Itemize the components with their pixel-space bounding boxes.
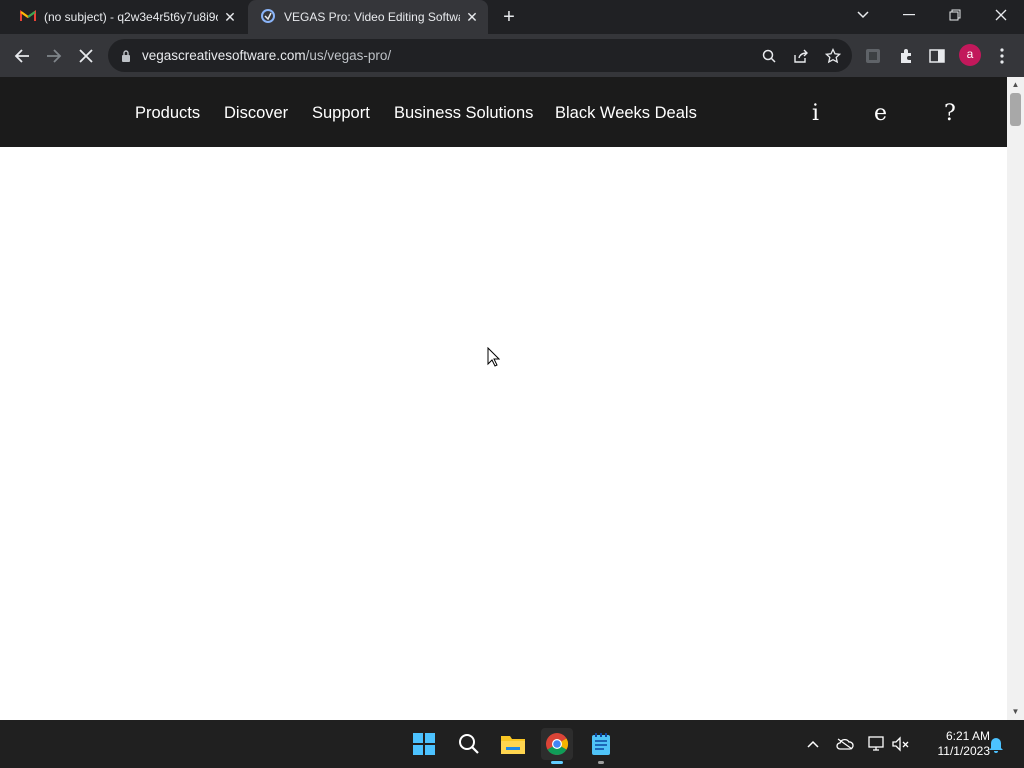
bookmark-star-icon[interactable] bbox=[823, 46, 843, 66]
close-tab-icon[interactable]: ✕ bbox=[218, 9, 242, 26]
taskbar: 6:21 AM 11/1/2023 bbox=[0, 720, 1024, 768]
site-navigation: Products Discover Support Business Solut… bbox=[0, 77, 1007, 147]
url-path: /us/vegas-pro/ bbox=[305, 48, 392, 63]
nav-support[interactable]: Support bbox=[312, 104, 370, 123]
info-glyph-icon[interactable]: i bbox=[812, 101, 819, 126]
show-hidden-icons-icon[interactable] bbox=[804, 735, 822, 753]
start-button-icon[interactable] bbox=[408, 728, 440, 760]
mouse-cursor-icon bbox=[487, 346, 501, 372]
new-tab-button[interactable]: + bbox=[498, 6, 520, 28]
chrome-taskbar-icon[interactable] bbox=[541, 728, 573, 764]
tab-search-icon[interactable] bbox=[840, 0, 886, 30]
file-explorer-icon[interactable] bbox=[497, 728, 529, 760]
notifications-bell-icon[interactable] bbox=[987, 735, 1005, 753]
back-icon[interactable] bbox=[8, 42, 36, 70]
clock-time: 6:21 AM bbox=[945, 729, 990, 743]
forward-icon[interactable] bbox=[40, 42, 68, 70]
page-scrollbar[interactable]: ▲ ▼ bbox=[1007, 77, 1024, 720]
browser-chrome: (no subject) - q2w3e4r5t6y7u8i9o ✕ VEGAS… bbox=[0, 0, 1024, 77]
url-host: vegascreativesoftware.com bbox=[142, 48, 306, 63]
browser-toolbar: vegascreativesoftware.com/us/vegas-pro/ bbox=[0, 34, 1024, 77]
web-page: Products Discover Support Business Solut… bbox=[0, 77, 1007, 720]
tab-gmail[interactable]: (no subject) - q2w3e4r5t6y7u8i9o ✕ bbox=[8, 0, 246, 34]
close-window-icon[interactable] bbox=[978, 0, 1024, 30]
close-tab-icon[interactable]: ✕ bbox=[460, 9, 484, 26]
help-glyph-icon[interactable]: ? bbox=[944, 101, 956, 126]
running-indicator bbox=[598, 761, 604, 764]
menu-kebab-icon[interactable] bbox=[991, 45, 1013, 67]
clock-date: 11/1/2023 bbox=[937, 744, 991, 758]
minimize-icon[interactable] bbox=[886, 0, 932, 30]
tab-vegas-pro[interactable]: VEGAS Pro: Video Editing Software ✕ bbox=[248, 0, 488, 34]
restore-icon[interactable] bbox=[932, 0, 978, 30]
address-bar[interactable]: vegascreativesoftware.com/us/vegas-pro/ bbox=[108, 39, 852, 72]
tab-strip: (no subject) - q2w3e4r5t6y7u8i9o ✕ VEGAS… bbox=[0, 0, 1024, 34]
scroll-thumb[interactable] bbox=[1010, 93, 1021, 126]
nav-products[interactable]: Products bbox=[135, 104, 200, 123]
gmail-icon bbox=[20, 9, 36, 25]
side-panel-icon[interactable] bbox=[926, 45, 948, 67]
vegas-icon bbox=[260, 8, 276, 27]
clock[interactable]: 6:21 AM 11/1/2023 bbox=[918, 729, 991, 759]
nav-business-solutions[interactable]: Business Solutions bbox=[394, 104, 533, 123]
nav-black-weeks-deals[interactable]: Black Weeks Deals bbox=[555, 104, 697, 123]
profile-avatar[interactable]: a bbox=[959, 44, 981, 66]
volume-muted-icon[interactable] bbox=[892, 735, 910, 753]
share-icon[interactable] bbox=[791, 46, 811, 66]
extension-icon[interactable] bbox=[862, 45, 884, 67]
notepad-icon[interactable] bbox=[585, 728, 617, 764]
onedrive-icon[interactable] bbox=[836, 735, 854, 753]
search-icon[interactable] bbox=[453, 728, 485, 760]
nav-discover[interactable]: Discover bbox=[224, 104, 288, 123]
puzzle-icon[interactable] bbox=[895, 45, 917, 67]
scroll-down-icon[interactable]: ▼ bbox=[1011, 707, 1020, 716]
stop-loading-icon[interactable] bbox=[72, 42, 100, 70]
lock-icon[interactable] bbox=[116, 46, 136, 66]
url-text[interactable]: vegascreativesoftware.com/us/vegas-pro/ bbox=[142, 48, 391, 63]
network-icon[interactable] bbox=[868, 735, 886, 753]
tab-title: (no subject) - q2w3e4r5t6y7u8i9o bbox=[44, 10, 218, 24]
scroll-up-icon[interactable]: ▲ bbox=[1011, 80, 1020, 89]
running-indicator bbox=[551, 761, 563, 764]
account-glyph-icon[interactable]: e bbox=[874, 101, 887, 126]
search-icon[interactable] bbox=[759, 46, 779, 66]
tab-title: VEGAS Pro: Video Editing Software bbox=[284, 10, 460, 24]
